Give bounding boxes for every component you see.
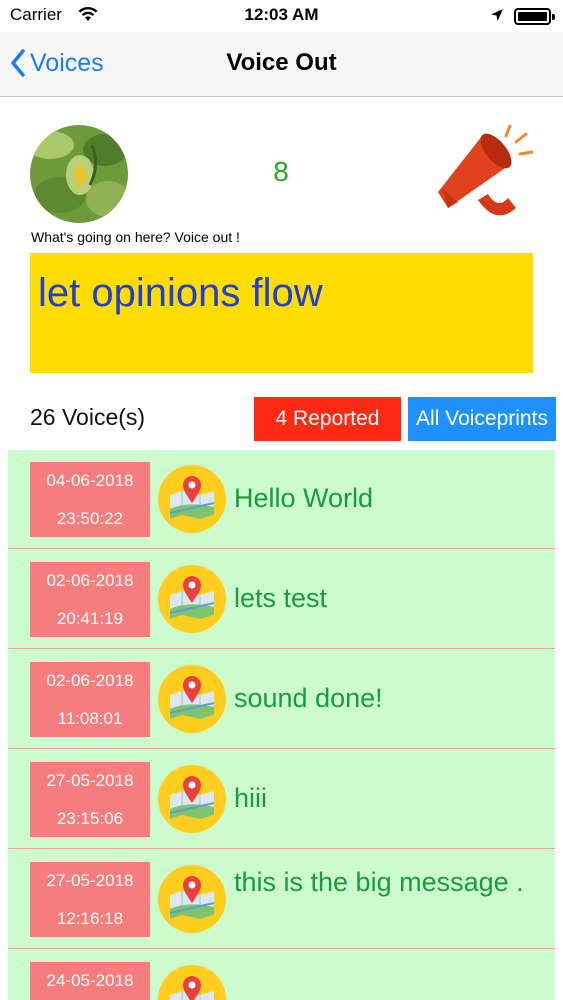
date-badge: 04-06-2018 23:50:22 <box>30 462 150 537</box>
voices-count-label: 26 Voice(s) <box>30 404 146 430</box>
date-badge: 02-06-2018 11:08:01 <box>30 662 150 737</box>
time-label: 23:50:22 <box>56 509 124 528</box>
page-title: Voice Out <box>226 49 337 76</box>
clock: 12:03 AM <box>244 5 319 24</box>
time-label: 11:08:01 <box>57 709 123 728</box>
map-pin-icon[interactable] <box>158 565 226 633</box>
message-text: lets test <box>234 583 328 613</box>
list-item[interactable]: 02-06-2018 11:08:01 sound done! <box>8 650 555 749</box>
time-label: 23:15:06 <box>56 809 124 828</box>
battery-icon <box>514 8 555 25</box>
status-bar: Carrier 12:03 AM <box>0 0 563 32</box>
date-label: 02-06-2018 <box>46 671 134 690</box>
time-label: 20:41:19 <box>56 609 124 628</box>
topic-banner-text: let opinions flow <box>38 271 323 315</box>
message-text: hiii <box>234 783 268 813</box>
location-arrow-icon <box>490 7 504 27</box>
message-text: Hello World <box>234 483 374 513</box>
date-badge: 27-05-2018 12:16:18 <box>30 862 150 937</box>
message-text: this is the big message . <box>234 867 524 897</box>
list-item[interactable]: 27-05-2018 23:15:06 hiii <box>8 750 555 849</box>
topic-banner[interactable]: let opinions flow <box>30 253 533 373</box>
list-item[interactable]: 02-06-2018 20:41:19 lets test <box>8 550 555 649</box>
date-label: 24-05-2018 <box>46 971 134 990</box>
date-label: 27-05-2018 <box>46 771 134 790</box>
all-voiceprints-button[interactable]: All Voiceprints <box>408 397 556 441</box>
map-pin-icon[interactable] <box>158 765 226 833</box>
map-pin-icon[interactable] <box>158 965 226 1000</box>
navigation-bar: Voices Voice Out <box>0 32 563 97</box>
list-item[interactable]: 04-06-2018 23:50:22 Hello World <box>8 450 555 549</box>
map-pin-icon[interactable] <box>158 865 226 933</box>
list-item[interactable]: 24-05-2018 <box>8 950 555 1000</box>
date-label: 02-06-2018 <box>46 571 134 590</box>
date-label: 04-06-2018 <box>46 471 134 490</box>
date-badge: 24-05-2018 <box>30 962 150 1000</box>
time-label: 12:16:18 <box>56 909 124 928</box>
caption-text: What's going on here? Voice out ! <box>31 229 240 245</box>
map-pin-icon[interactable] <box>158 465 226 533</box>
date-badge: 27-05-2018 23:15:06 <box>30 762 150 837</box>
voices-list[interactable]: 04-06-2018 23:50:22 Hello World 02-06-20… <box>8 450 555 1000</box>
list-item[interactable]: 27-05-2018 12:16:18 this is the big mess… <box>8 850 555 949</box>
avatar[interactable] <box>30 125 128 223</box>
date-label: 27-05-2018 <box>46 871 134 890</box>
map-pin-icon[interactable] <box>158 665 226 733</box>
voice-count: 8 <box>273 156 289 187</box>
date-badge: 02-06-2018 20:41:19 <box>30 562 150 637</box>
megaphone-icon[interactable] <box>430 122 538 232</box>
message-text: sound done! <box>234 683 383 713</box>
reported-button[interactable]: 4 Reported <box>254 397 401 441</box>
